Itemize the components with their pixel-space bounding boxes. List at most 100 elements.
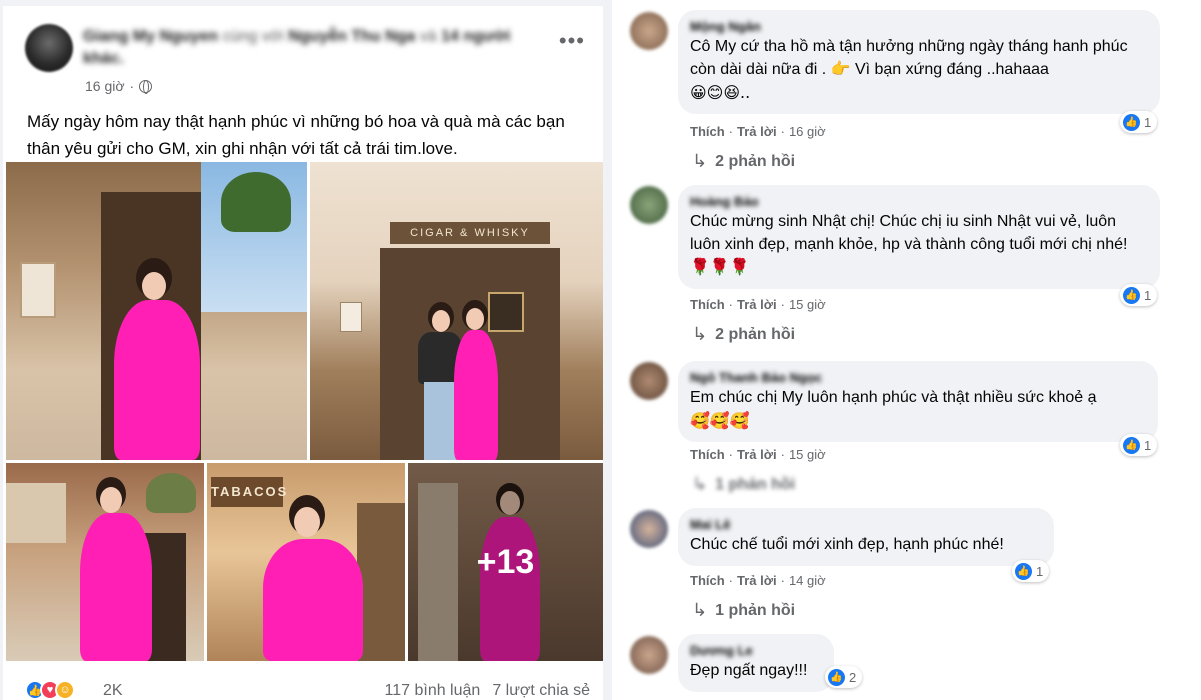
comment-text: Đẹp ngất ngay!!! [690, 662, 808, 679]
replies-count: 1 phản hồi [715, 475, 796, 493]
like-icon: 👍 [1123, 286, 1140, 304]
replies-count: 2 phản hồi [715, 152, 796, 170]
photo-dress [80, 513, 152, 661]
like-link[interactable]: Thích [690, 124, 725, 139]
like-icon: 👍 [1123, 113, 1140, 131]
like-link[interactable]: Thích [690, 447, 725, 462]
commenter-name[interactable]: Ngô Thanh Bảo Ngọc [690, 369, 1146, 386]
post-photo-2[interactable]: CIGAR & WHISKY [310, 162, 603, 460]
globe-icon[interactable] [139, 79, 153, 94]
comment-time[interactable]: 14 giờ [789, 573, 826, 588]
reply-link[interactable]: Trả lời [737, 124, 777, 139]
photo-wall [6, 483, 66, 543]
reply-link[interactable]: Trả lời [737, 297, 777, 312]
post-text: Mấy ngày hôm nay thật hạnh phúc vì những… [27, 112, 565, 158]
comment-like-badge[interactable]: 👍 1 [1012, 560, 1050, 582]
photo-shop-sign: CIGAR & WHISKY [390, 222, 550, 244]
replies-count: 1 phản hồi [715, 601, 796, 619]
commenter-avatar[interactable] [630, 362, 668, 400]
post-panel: Giang My Nguyen cùng với Nguyễn Thu Nga … [0, 0, 607, 700]
commenter-name[interactable]: Mai Lê [690, 516, 1042, 533]
photo-face [100, 487, 122, 513]
commenter-avatar[interactable] [630, 186, 668, 224]
photo-portrait [488, 292, 524, 332]
view-replies[interactable]: ↳ 2 phản hồi [692, 324, 795, 345]
post-photo-1[interactable] [6, 162, 307, 460]
like-link[interactable]: Thích [690, 297, 725, 312]
photo-window [357, 503, 405, 661]
comment-bubble: Hoàng Bảo Chúc mừng sinh Nhật chị! Chúc … [678, 185, 1160, 289]
author-name[interactable]: Giang My Nguyen [83, 28, 218, 45]
comment-like-badge[interactable]: 👍 1 [1120, 284, 1158, 306]
comments-panel: Mộng Ngân Cô My cứ tha hồ mà tận hưởng n… [612, 0, 1201, 700]
comment-like-badge[interactable]: 👍 1 [1120, 111, 1158, 133]
comment-actions: Thích · Trả lời · 15 giờ [690, 447, 826, 462]
photo-plaque [340, 302, 362, 332]
tagged-name[interactable]: Nguyễn Thu Nga [288, 28, 415, 45]
comment-like-badge[interactable]: 👍 2 [825, 666, 863, 688]
photo-jeans [424, 382, 458, 460]
commenter-avatar[interactable] [630, 510, 668, 548]
post-time[interactable]: 16 giờ [85, 78, 125, 94]
with-word: cùng với [222, 28, 284, 45]
photo-face [142, 272, 166, 300]
view-replies[interactable]: ↳ 1 phản hồi [692, 600, 795, 621]
photo-face-b [466, 308, 484, 330]
comment-like-count: 1 [1144, 287, 1152, 303]
photo-dress [114, 300, 200, 460]
post-meta: 16 giờ · [85, 78, 153, 94]
comment-time[interactable]: 16 giờ [789, 124, 826, 139]
comment-like-badge[interactable]: 👍 1 [1120, 434, 1158, 456]
photo-tabacos-sign: TABACOS [211, 477, 286, 507]
like-link[interactable]: Thích [690, 573, 725, 588]
reaction-icons[interactable]: 👍 ♥ ☺ [25, 680, 75, 700]
comment-emoji: 😀😊😆.. [690, 83, 751, 102]
comment-actions: Thích · Trả lời · 15 giờ [690, 297, 826, 312]
view-replies[interactable]: ↳ 1 phản hồi [692, 474, 795, 495]
replies-count: 2 phản hồi [715, 325, 796, 343]
photo-palm [221, 172, 291, 232]
more-photos-overlay[interactable]: +13 [408, 463, 603, 661]
commenter-name[interactable]: Hoàng Bảo [690, 193, 1148, 210]
reaction-count[interactable]: 2K [103, 682, 123, 700]
photo-dress [263, 539, 363, 661]
comment-bubble: Mộng Ngân Cô My cứ tha hồ mà tận hưởng n… [678, 10, 1160, 114]
reply-link[interactable]: Trả lời [737, 447, 777, 462]
view-replies[interactable]: ↳ 2 phản hồi [692, 151, 795, 172]
photo-dress [454, 330, 498, 460]
photo-face-a [432, 310, 450, 332]
photo-plant [146, 473, 196, 513]
comment-text: Em chúc chị My luôn hạnh phúc và thật nh… [690, 389, 1097, 406]
comment-bubble: Mai Lê Chúc chế tuổi mới xinh đẹp, hạnh … [678, 508, 1054, 566]
and-word: và [419, 28, 437, 45]
comment-actions: Thích · Trả lời · 16 giờ [690, 124, 826, 139]
comment-bubble: Dương Le Đẹp ngất ngay!!! [678, 634, 834, 692]
comment-text: Chúc mừng sinh Nhật chị! Chúc chị iu sin… [690, 213, 1128, 276]
comment-time[interactable]: 15 giờ [789, 297, 826, 312]
post-photo-3[interactable] [6, 463, 204, 661]
author-avatar[interactable] [25, 24, 73, 72]
comment-count[interactable]: 117 bình luận [385, 682, 481, 700]
commenter-avatar[interactable] [630, 636, 668, 674]
post-photo-4[interactable]: TABACOS [207, 463, 405, 661]
comment-like-count: 1 [1144, 437, 1152, 453]
reply-link[interactable]: Trả lời [737, 573, 777, 588]
commenter-name[interactable]: Mộng Ngân [690, 18, 1148, 35]
share-count[interactable]: 7 lượt chia sẻ [492, 682, 590, 700]
comment-bubble: Ngô Thanh Bảo Ngọc Em chúc chị My luôn h… [678, 361, 1158, 442]
post-header: Giang My Nguyen cùng với Nguyễn Thu Nga … [83, 26, 513, 70]
reply-arrow-icon: ↳ [692, 151, 708, 171]
comment-emoji: 🥰🥰🥰 [690, 411, 750, 430]
post-photo-5[interactable]: +13 [408, 463, 603, 661]
more-horizontal-icon[interactable]: ••• [559, 30, 585, 52]
commenter-name[interactable]: Dương Le [690, 642, 822, 659]
photo-plaque [20, 262, 56, 318]
comment-like-count: 2 [849, 669, 857, 685]
comment-like-count: 1 [1036, 563, 1044, 579]
comment-time[interactable]: 15 giờ [789, 447, 826, 462]
care-reaction-icon: ☺ [55, 680, 75, 700]
like-icon: 👍 [828, 668, 845, 686]
facebook-post: Giang My Nguyen cùng với Nguyễn Thu Nga … [3, 6, 603, 700]
commenter-avatar[interactable] [630, 12, 668, 50]
comment-text: Cô My cứ tha hồ mà tận hưởng những ngày … [690, 38, 1128, 78]
